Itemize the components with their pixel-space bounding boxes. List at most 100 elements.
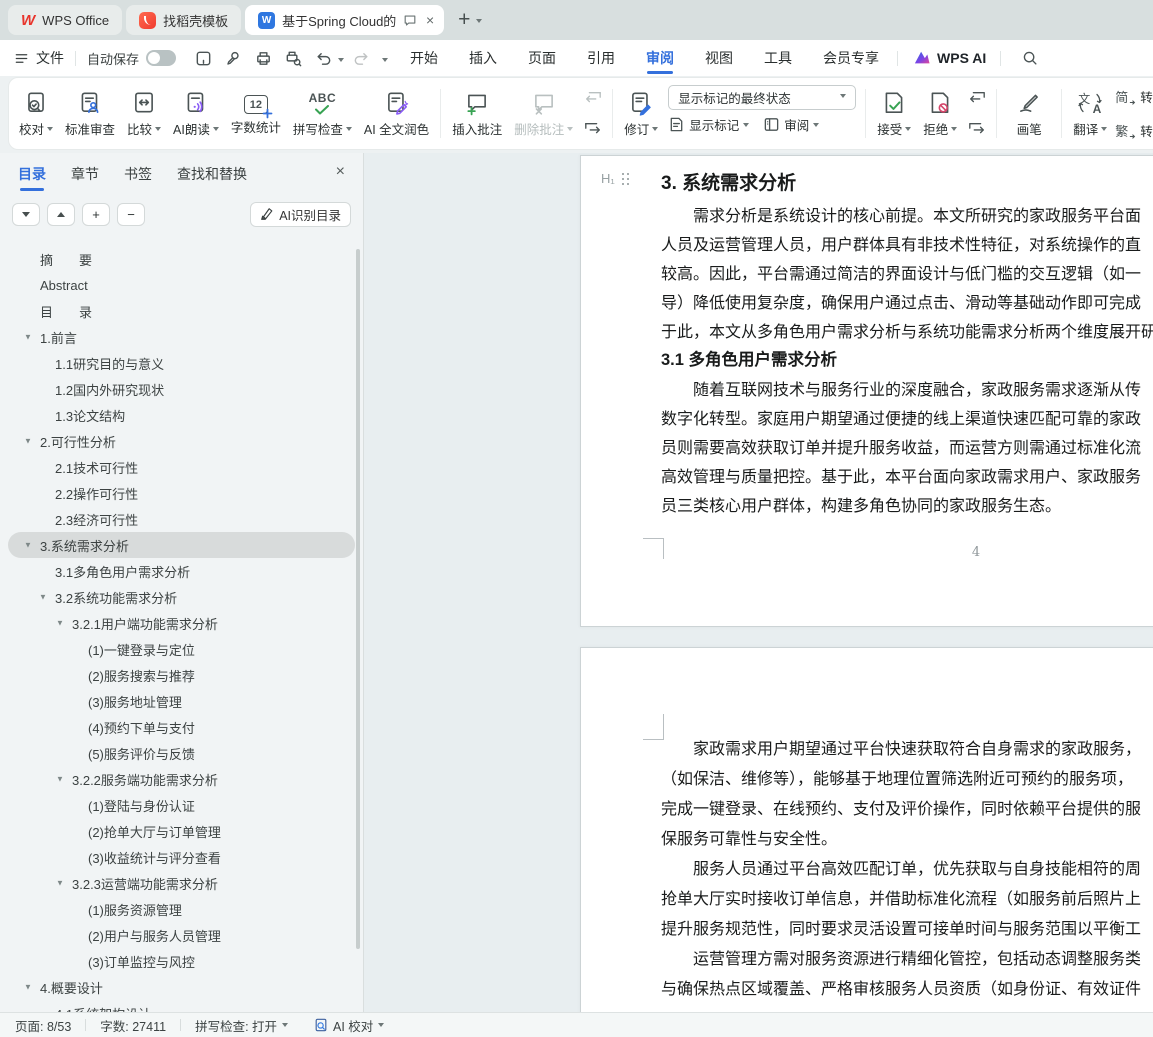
document-page-4[interactable]: H₁ 3. 系统需求分析 需求分析是系统设计的核心前提。本文所研究的家政服务平台…	[580, 155, 1153, 627]
toc-item[interactable]: 2.2操作可行性	[8, 480, 355, 506]
toc-item[interactable]: (1)服务资源管理	[8, 896, 355, 922]
word-count-indicator[interactable]: 字数: 27411	[100, 1016, 166, 1035]
toc-item[interactable]: ▼1.前言	[8, 324, 355, 350]
quickbar-chevron-icon[interactable]	[382, 58, 388, 65]
toc-item[interactable]: (3)服务地址管理	[8, 688, 355, 714]
document-text-line[interactable]: 导）降低使用复杂度，确保用户通过点击、滑动等基础动作即可完成	[661, 288, 1153, 317]
collapse-arrow-icon[interactable]: ▼	[24, 436, 40, 445]
previous-revision-button[interactable]	[966, 89, 988, 107]
document-page-5[interactable]: 家政需求用户期望通过平台快速获取符合自身需求的家政服务，（如保洁、维修等），能够…	[580, 647, 1153, 1012]
ai-polish-button[interactable]: AI 全文润色	[358, 81, 435, 146]
translate-button[interactable]: 文 A 翻译	[1067, 81, 1113, 146]
wps-ai-button[interactable]: WPS AI	[913, 50, 986, 66]
toc-item[interactable]: ▼4.概要设计	[8, 974, 355, 1000]
section-heading[interactable]: 3. 系统需求分析	[661, 168, 1153, 195]
document-text-line[interactable]: 保服务可靠性与安全性。	[661, 824, 1153, 854]
collapse-arrow-icon[interactable]: ▼	[39, 592, 55, 601]
ai-proofread-button[interactable]: AI 校对	[314, 1016, 384, 1035]
markup-state-select[interactable]: 显示标记的最终状态	[668, 85, 856, 110]
toc-item[interactable]: 4.1系统架构设计	[8, 1000, 355, 1012]
document-text-line[interactable]: 服务人员通过平台高效匹配订单，优先获取与自身技能相符的周	[661, 854, 1153, 884]
collapse-arrow-icon[interactable]: ▼	[24, 982, 40, 991]
ai-identify-toc-button[interactable]: AI识别目录	[250, 202, 351, 227]
toc-item[interactable]: 1.3论文结构	[8, 402, 355, 428]
reviewing-pane-button[interactable]: 审阅	[763, 115, 819, 134]
document-text-line[interactable]: 随着互联网技术与服务行业的深度融合，家政服务需求逐渐从传	[661, 375, 1153, 404]
toc-item[interactable]: 3.1多角色用户需求分析	[8, 558, 355, 584]
tab-document[interactable]: W 基于Spring Cloud的家政服务 ×	[245, 5, 444, 35]
accept-revision-button[interactable]: 接受	[871, 81, 917, 146]
menu-tab[interactable]: 页面	[528, 40, 556, 76]
menu-tab[interactable]: 视图	[705, 40, 733, 76]
document-text-line[interactable]: 家政需求用户期望通过平台快速获取符合自身需求的家政服务，	[661, 734, 1153, 764]
spellcheck-button[interactable]: ABC 拼写检查	[287, 81, 358, 146]
tab-contents[interactable]: 目录	[18, 153, 46, 195]
toc-previous-heading-button[interactable]	[47, 203, 75, 226]
toc-item[interactable]: 目 录	[8, 298, 355, 324]
save-button[interactable]	[191, 46, 215, 70]
toc-item[interactable]: ▼3.系统需求分析	[8, 532, 355, 558]
toc-item[interactable]: (1)登陆与身份认证	[8, 792, 355, 818]
toc-item[interactable]: 2.1技术可行性	[8, 454, 355, 480]
collapse-arrow-icon[interactable]: ▼	[56, 774, 72, 783]
undo-button[interactable]	[311, 46, 335, 70]
toc-item[interactable]: (2)抢单大厅与订单管理	[8, 818, 355, 844]
compare-button[interactable]: 比较	[121, 81, 167, 146]
document-text-line[interactable]: 数字化转型。家庭用户期望通过便捷的线上渠道快速匹配可靠的家政	[661, 404, 1153, 433]
new-tab-button[interactable]: +	[458, 8, 470, 32]
proofread-button[interactable]: 校对	[13, 81, 59, 146]
toc-item[interactable]: (2)服务搜索与推荐	[8, 662, 355, 688]
document-text-line[interactable]: 较高。因此，平台需通过简洁的界面设计与低门槛的交互逻辑（如一	[661, 259, 1153, 288]
document-text-line[interactable]: 抢单大厅实时接收订单信息，并借助标准化流程（如服务前后照片上	[661, 884, 1153, 914]
reject-revision-button[interactable]: 拒绝	[917, 81, 963, 146]
document-text-line[interactable]: 高效管理与质量把控。基于此，本平台面向家政需求用户、家政服务	[661, 462, 1153, 491]
document-text-line[interactable]: 人员及运营管理人员，用户群体具有非技术性特征，对系统操作的直	[661, 230, 1153, 259]
tab-wps-office[interactable]: W WPS Office	[8, 5, 122, 35]
menu-tab[interactable]: 会员专享	[823, 40, 879, 76]
ai-read-aloud-button[interactable]: AI朗读	[167, 81, 225, 146]
print-button[interactable]	[251, 46, 275, 70]
tab-bookmarks[interactable]: 书签	[124, 153, 152, 195]
previous-comment-button[interactable]	[582, 89, 604, 107]
document-text-line[interactable]: 需求分析是系统设计的核心前提。本文所研究的家政服务平台面	[661, 201, 1153, 230]
toc-item[interactable]: (3)收益统计与评分查看	[8, 844, 355, 870]
standard-review-button[interactable]: 标准审查	[59, 81, 121, 146]
toc-item[interactable]: (5)服务评价与反馈	[8, 740, 355, 766]
menu-tab[interactable]: 开始	[410, 40, 438, 76]
to-simplified-button[interactable]: 繁 转简	[1115, 121, 1153, 140]
toc-item[interactable]: (4)预约下单与支付	[8, 714, 355, 740]
toc-item[interactable]: (3)订单监控与风控	[8, 948, 355, 974]
document-text-line[interactable]: 员则需要高效获取订单并提升服务收益，而运营方则需通过标准化流	[661, 433, 1153, 462]
menu-tab[interactable]: 引用	[587, 40, 615, 76]
toc-item[interactable]: 摘 要	[8, 246, 355, 272]
menu-tab[interactable]: 插入	[469, 40, 497, 76]
toc-item[interactable]: Abstract	[8, 272, 355, 298]
toc-item[interactable]: 1.1研究目的与意义	[8, 350, 355, 376]
export-icon[interactable]	[221, 46, 245, 70]
menu-tab[interactable]: 工具	[764, 40, 792, 76]
delete-comment-button[interactable]: 删除批注	[508, 81, 579, 146]
toc-item[interactable]: (2)用户与服务人员管理	[8, 922, 355, 948]
to-traditional-button[interactable]: 简 转繁	[1115, 87, 1153, 106]
tab-comment-icon[interactable]	[403, 13, 417, 27]
document-text-line[interactable]: 于此，本文从多角色用户需求分析与系统功能需求分析两个维度展开研	[661, 317, 1153, 346]
page-indicator[interactable]: 页面: 8/53	[15, 1016, 71, 1035]
search-icon[interactable]	[1018, 46, 1042, 70]
document-text-line[interactable]: （如保洁、维修等），能够基于地理位置筛选附近可预约的服务项，	[661, 764, 1153, 794]
redo-button[interactable]	[349, 46, 373, 70]
toc-item[interactable]: (1)一键登录与定位	[8, 636, 355, 662]
toc-item[interactable]: ▼2.可行性分析	[8, 428, 355, 454]
next-revision-button[interactable]	[966, 120, 988, 138]
insert-comment-button[interactable]: 插入批注	[446, 81, 508, 146]
tab-docer-templates[interactable]: 找稻壳模板	[126, 5, 241, 35]
toc-item[interactable]: ▼3.2.2服务端功能需求分析	[8, 766, 355, 792]
track-changes-button[interactable]: 修订	[618, 81, 664, 146]
document-text-line[interactable]: 完成一键登录、在线预约、支付及评价操作，同时依赖平台提供的服	[661, 794, 1153, 824]
print-preview-button[interactable]	[281, 46, 305, 70]
toc-next-heading-button[interactable]	[12, 203, 40, 226]
toc-item[interactable]: ▼3.2.1用户端功能需求分析	[8, 610, 355, 636]
tab-find-replace[interactable]: 查找和替换	[177, 153, 247, 195]
toc-item[interactable]: 1.2国内外研究现状	[8, 376, 355, 402]
sidebar-scrollbar[interactable]	[356, 249, 360, 949]
heading-drag-handle[interactable]: H₁	[601, 171, 631, 186]
